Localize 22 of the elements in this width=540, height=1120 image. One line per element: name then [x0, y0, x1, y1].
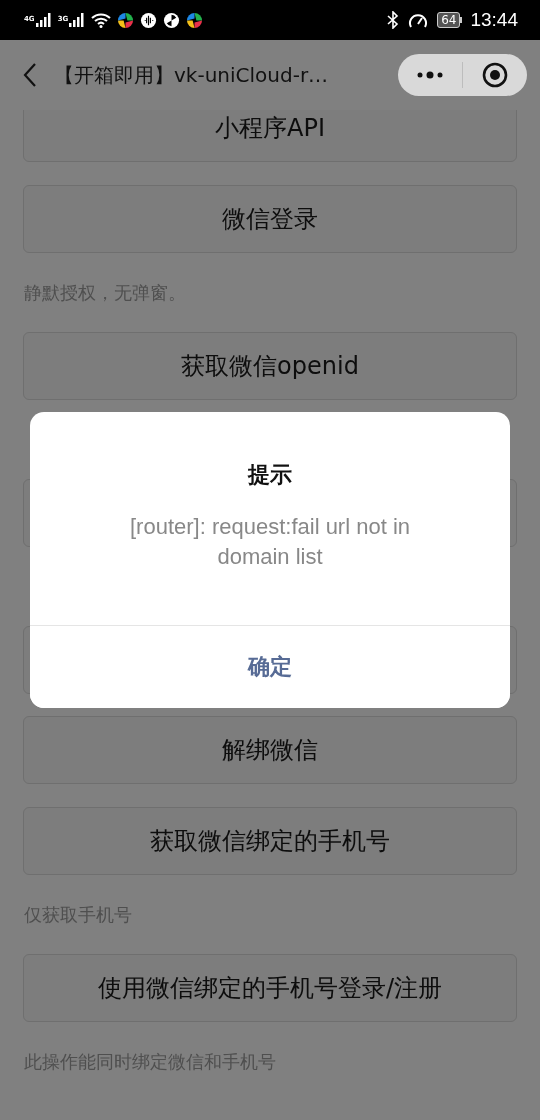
action-button[interactable]: 使用微信绑定的手机号登录/注册: [23, 954, 517, 1022]
action-button[interactable]: 获取微信绑定的手机号: [23, 807, 517, 875]
page-title: 【开箱即用】vk-uniCloud-r…: [54, 61, 330, 89]
wifi-icon: [91, 12, 112, 28]
action-button[interactable]: 解绑微信: [23, 716, 517, 784]
dialog-message: [router]: request:fail url not in domain list: [129, 513, 411, 571]
action-button[interactable]: 获取微信openid: [23, 332, 517, 400]
clock-time: 13:44: [470, 9, 518, 31]
audio-icon: [140, 11, 158, 29]
app-icon: [117, 11, 135, 29]
signal-icon: [69, 13, 86, 27]
dialog-title: 提示: [246, 461, 293, 489]
more-icon: [415, 70, 445, 80]
confirm-button[interactable]: 确定: [30, 625, 510, 708]
app-icon: [163, 11, 181, 29]
action-button[interactable]: 微信登录: [23, 185, 517, 253]
circle-dot-icon: [482, 62, 508, 88]
signal-icon: [35, 13, 52, 27]
bluetooth-icon: [387, 11, 400, 29]
battery-level: 64: [437, 12, 461, 28]
speedometer-icon: [407, 11, 430, 29]
app-icon: [186, 11, 204, 29]
